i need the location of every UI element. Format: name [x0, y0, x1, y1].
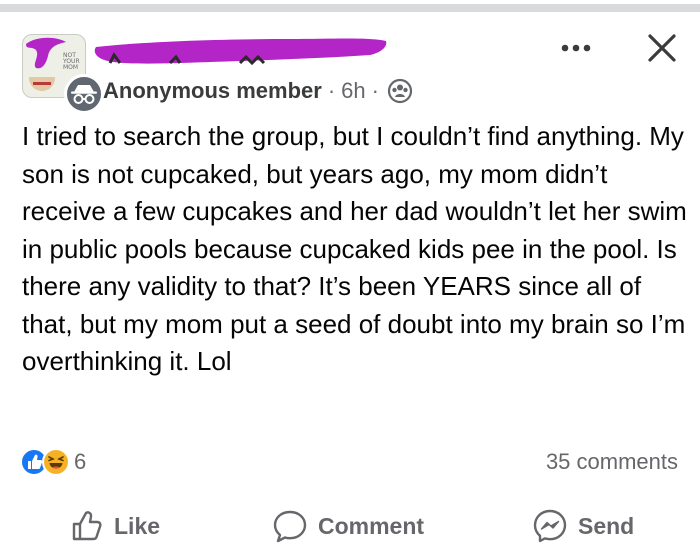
close-button[interactable]	[640, 26, 684, 70]
send-button[interactable]: Send	[532, 506, 634, 546]
comment-icon	[273, 510, 307, 543]
meta-separator: ·	[327, 78, 336, 103]
group-privacy-icon	[387, 78, 413, 104]
close-icon	[648, 34, 676, 62]
comment-button[interactable]: Comment	[272, 506, 424, 546]
more-options-button[interactable]	[558, 30, 594, 66]
more-horizontal-icon	[561, 44, 591, 52]
post-body-text: I tried to search the group, but I could…	[22, 121, 687, 376]
action-bar: Like Comment Send	[0, 500, 700, 552]
send-button-label: Send	[578, 512, 635, 539]
meta-separator: ·	[371, 78, 379, 103]
group-avatar-bowl-stripe	[33, 82, 51, 85]
reaction-icons	[20, 446, 80, 478]
post-meta: Anonymous member · 6h ·	[103, 76, 413, 106]
reactions-summary[interactable]: 6	[20, 446, 86, 478]
like-button[interactable]: Like	[70, 506, 160, 546]
messenger-icon	[533, 509, 567, 543]
comment-button-label: Comment	[318, 512, 425, 539]
like-icon	[72, 511, 102, 541]
top-divider	[0, 4, 700, 12]
author-name[interactable]: Anonymous member	[103, 78, 322, 104]
redaction-scribble-avatar	[26, 37, 66, 69]
member-avatar[interactable]	[64, 74, 104, 114]
avatar-cluster[interactable]: NOT YOUR MOM	[22, 34, 104, 114]
post-card: NOT YOUR MOM Anonymous member · 6h · I t…	[0, 0, 700, 560]
comments-count-link[interactable]: 35 comments	[546, 449, 678, 475]
post-time[interactable]: 6h	[341, 78, 365, 104]
anonymous-icon	[71, 85, 97, 104]
haha-reaction-icon	[42, 448, 70, 476]
redaction-scribble-name	[94, 38, 387, 66]
like-button-label: Like	[114, 512, 161, 539]
